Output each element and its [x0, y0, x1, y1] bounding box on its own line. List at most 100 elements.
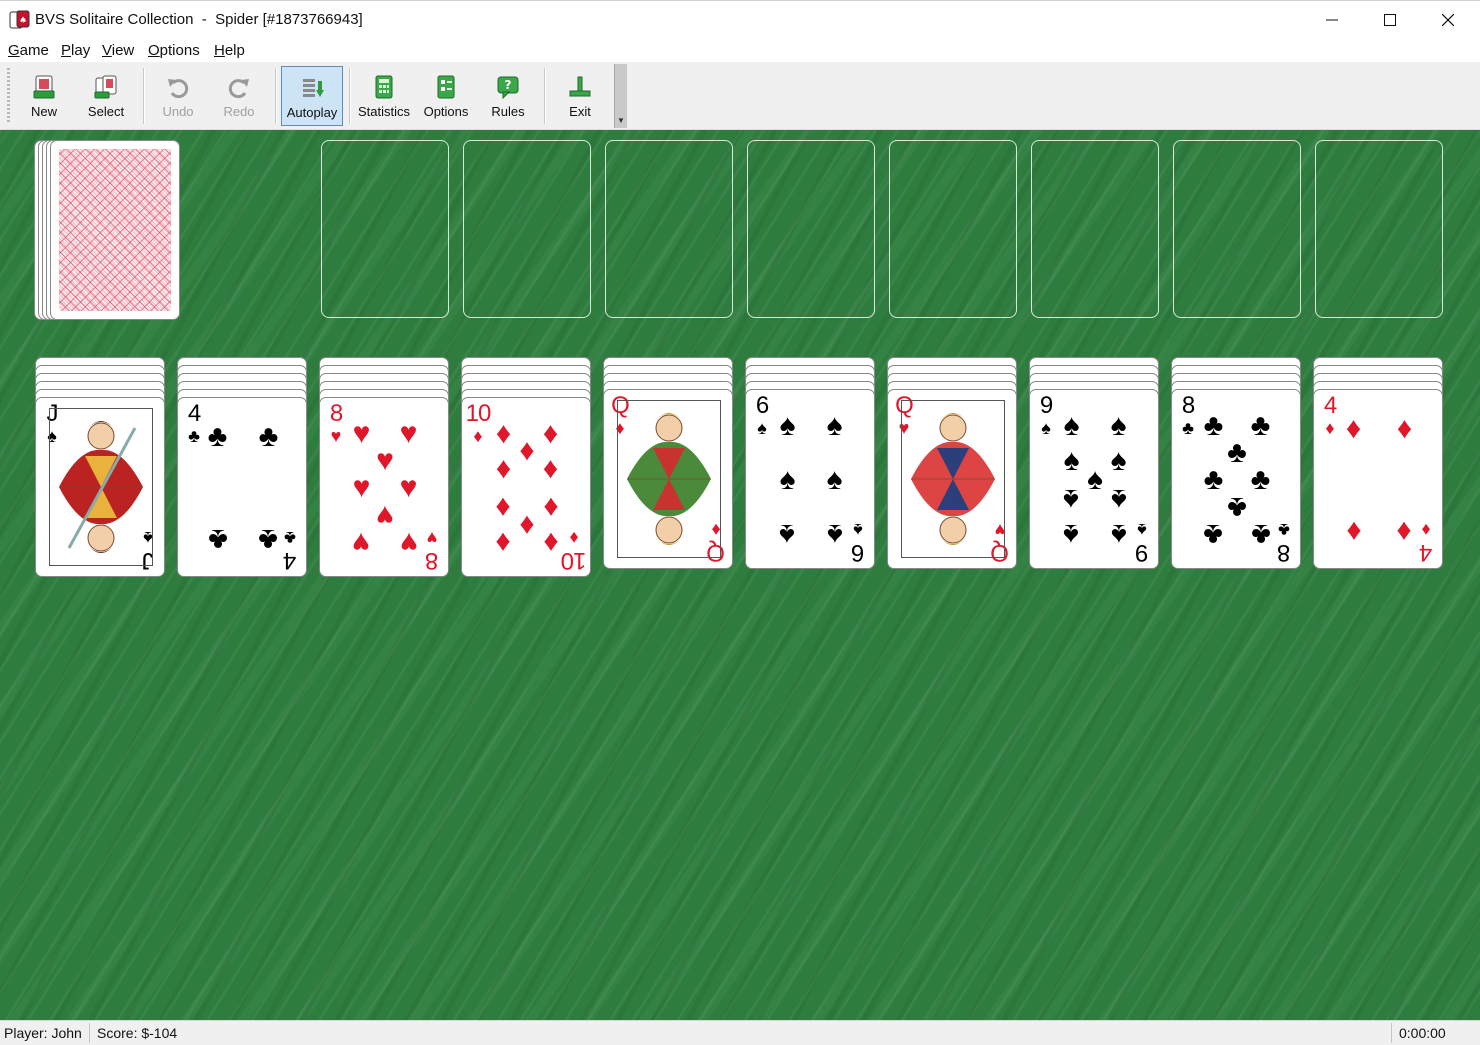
- toolbar: New Select Undo Redo Autoplay Statistics…: [0, 62, 1480, 130]
- diamonds-icon: ♦: [473, 426, 483, 446]
- face-up-card-Q-of-diamonds[interactable]: Q ♦ Q ♦: [603, 389, 733, 569]
- spades-pip-icon: ♠: [1110, 483, 1127, 517]
- face-up-card-8-of-clubs[interactable]: 8 ♣ 8 ♣ ♣ ♣ ♣ ♣ ♣ ♣ ♣ ♣: [1171, 389, 1301, 569]
- window-title: BVS Solitaire Collection - Spider [#1873…: [35, 11, 363, 28]
- close-button[interactable]: [1419, 1, 1477, 39]
- undo-button[interactable]: Undo: [150, 66, 206, 126]
- hearts-pip-icon: ♥: [352, 416, 371, 450]
- autoplay-button[interactable]: Autoplay: [281, 66, 343, 126]
- redo-label: Redo: [223, 104, 255, 119]
- rules-label: Rules: [491, 104, 525, 119]
- card-corner-top: 8 ♥: [323, 400, 349, 446]
- card-corner-top: 4 ♣: [181, 402, 207, 446]
- hearts-icon: ♥: [330, 426, 342, 446]
- face-up-card-6-of-spades[interactable]: 6 ♠ 6 ♠ ♠ ♠ ♠ ♠ ♠ ♠: [745, 389, 875, 569]
- diamonds-icon: ♦: [569, 528, 579, 548]
- face-up-card-10-of-diamonds[interactable]: 10 ♦ 10 ♦ ♦ ♦ ♦ ♦ ♦ ♦ ♦ ♦ ♦ ♦: [461, 397, 591, 577]
- options-label: Options: [423, 104, 469, 119]
- hearts-icon: ♥: [426, 528, 438, 548]
- chevron-down-icon: ▼: [617, 116, 625, 125]
- statistics-icon: [375, 75, 393, 99]
- face-up-card-Q-of-hearts[interactable]: Q ♥ Q ♥: [887, 389, 1017, 569]
- spades-pip-icon: ♠: [1087, 463, 1103, 496]
- card-back-pattern: [59, 149, 171, 311]
- face-up-card-8-of-hearts[interactable]: 8 ♥ 8 ♥ ♥ ♥ ♥ ♥ ♥ ♥ ♥ ♥: [319, 397, 449, 577]
- foundation-slot[interactable]: [605, 140, 733, 318]
- diamonds-pip-icon: ♦: [542, 451, 559, 485]
- clubs-pip-icon: ♣: [1250, 518, 1271, 552]
- spades-pip-icon: ♠: [1063, 518, 1080, 552]
- clubs-pip-icon: ♣: [1250, 463, 1271, 496]
- select-game-button[interactable]: Select: [78, 66, 134, 126]
- diamonds-pip-icon: ♦: [519, 508, 535, 542]
- new-game-button[interactable]: New: [16, 66, 72, 126]
- score-value: Score: $-104: [97, 1025, 178, 1041]
- queen-portrait: [911, 413, 995, 545]
- statistics-button[interactable]: Statistics: [355, 66, 413, 126]
- foundation-slot[interactable]: [1315, 140, 1443, 318]
- rules-button[interactable]: ? Rules: [480, 66, 536, 126]
- toolbar-separator: [544, 68, 546, 124]
- undo-label: Undo: [162, 104, 194, 119]
- new-game-icon: [33, 75, 55, 99]
- spades-pip-icon: ♠: [1063, 483, 1080, 517]
- clubs-pip-icon: ♣: [258, 523, 279, 557]
- foundation-slot[interactable]: [1031, 140, 1159, 318]
- card-rank: 8: [329, 400, 343, 427]
- spades-pip-icon: ♠: [1063, 408, 1080, 442]
- maximize-button[interactable]: [1361, 1, 1419, 39]
- menu-help[interactable]: Help: [214, 42, 245, 59]
- foundation-slot[interactable]: [1173, 140, 1301, 318]
- menu-bar: Game Play View Options Help: [0, 38, 1480, 62]
- toolbar-grip[interactable]: [7, 68, 10, 124]
- status-bar: Player: John Score: $-104 0:00:00: [0, 1020, 1480, 1045]
- diamonds-pip-icon: ♦: [495, 491, 512, 525]
- title-bar: ♠ BVS Solitaire Collection - Spider [#18…: [0, 0, 1480, 38]
- exit-button[interactable]: Exit: [552, 66, 608, 126]
- svg-text:?: ?: [505, 78, 512, 92]
- foundation-slot[interactable]: [747, 140, 875, 318]
- clubs-pip-icon: ♣: [1203, 518, 1224, 552]
- toolbar-separator: [275, 68, 277, 124]
- foundation-slot[interactable]: [889, 140, 1017, 318]
- menu-play[interactable]: Play: [61, 42, 90, 59]
- spades-icon: ♠: [1137, 520, 1147, 540]
- card-corner-top: 9 ♠: [1033, 394, 1059, 438]
- stock-card-back[interactable]: [50, 140, 180, 320]
- card-corner-bottom: 4 ♣: [277, 528, 303, 574]
- minimize-icon: [1326, 19, 1338, 21]
- card-corner-bottom: 4 ♦: [1413, 520, 1439, 566]
- face-up-card-4-of-diamonds[interactable]: 4 ♦ 4 ♦ ♦ ♦ ♦ ♦: [1313, 389, 1443, 569]
- menu-game[interactable]: Game: [8, 42, 49, 59]
- select-game-label: Select: [87, 104, 125, 119]
- player-name: Player: John: [4, 1025, 82, 1041]
- exit-label: Exit: [569, 104, 591, 119]
- foundation-slot[interactable]: [463, 140, 591, 318]
- face-up-card-4-of-clubs[interactable]: 4 ♣ 4 ♣ ♣ ♣ ♣ ♣: [177, 397, 307, 577]
- spades-pip-icon: ♠: [1110, 443, 1127, 477]
- spades-pip-icon: ♠: [826, 463, 843, 496]
- select-game-icon: [94, 75, 117, 99]
- face-up-card-9-of-spades[interactable]: 9 ♠ 9 ♠ ♠ ♠ ♠ ♠ ♠ ♠ ♠ ♠ ♠: [1029, 389, 1159, 569]
- svg-text:♠: ♠: [19, 16, 27, 26]
- foundation-slot[interactable]: [321, 140, 449, 318]
- redo-button[interactable]: Redo: [211, 66, 267, 126]
- card-rank: 6: [755, 392, 769, 419]
- clubs-pip-icon: ♣: [207, 419, 228, 453]
- minimize-button[interactable]: [1303, 1, 1361, 39]
- queen-portrait: [627, 413, 711, 545]
- app-icon: ♠: [9, 10, 30, 29]
- spades-pip-icon: ♠: [779, 518, 796, 552]
- menu-view[interactable]: View: [102, 42, 134, 59]
- spades-pip-icon: ♠: [1110, 408, 1127, 442]
- options-button[interactable]: Options: [418, 66, 474, 126]
- hearts-pip-icon: ♥: [376, 499, 394, 533]
- spades-pip-icon: ♠: [779, 408, 796, 442]
- card-rank: 6: [851, 539, 865, 566]
- toolbar-overflow-button[interactable]: ▼: [614, 64, 627, 128]
- face-up-card-J-of-spades[interactable]: J ♠ J ♠: [35, 397, 165, 577]
- menu-options[interactable]: Options: [148, 42, 200, 59]
- clubs-icon: ♣: [1278, 520, 1290, 540]
- maximize-icon: [1384, 14, 1396, 26]
- card-rank: 9: [1135, 539, 1149, 566]
